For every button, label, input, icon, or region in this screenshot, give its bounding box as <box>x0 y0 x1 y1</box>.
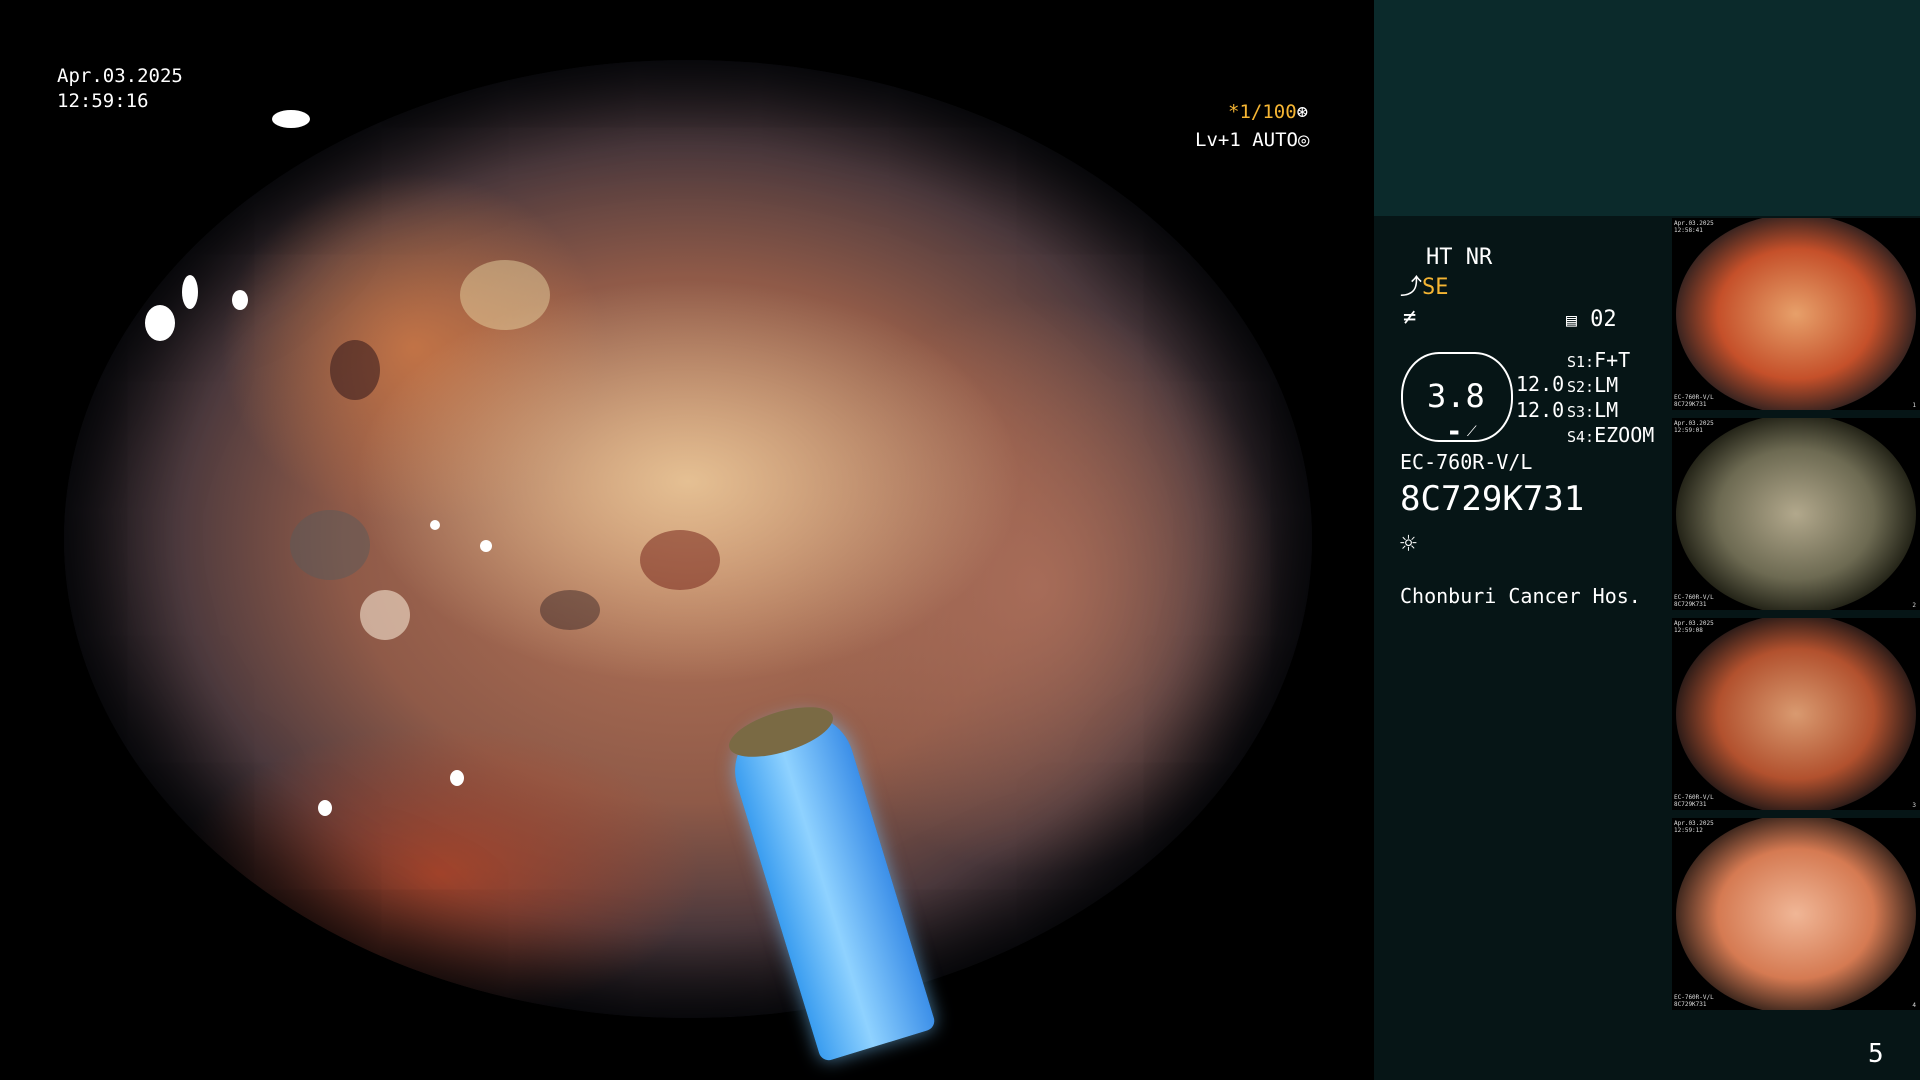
thumbnail-timestamp: Apr.03.2025 12:59:08 <box>1674 620 1714 634</box>
thumbnail-scope-info: EC-760R-V/L 8C729K731 <box>1674 594 1714 608</box>
endoscope-view: Apr.03.2025 12:59:16 *1/100⊛ Lv+1 AUTO◎ <box>0 0 1372 1080</box>
s-key: S1: <box>1567 353 1595 371</box>
scope-model: EC-760R-V/L <box>1400 450 1533 474</box>
mucosa-spot <box>640 530 720 590</box>
reflection <box>272 110 310 128</box>
reflection <box>450 770 464 786</box>
mucosa-spot <box>290 510 370 580</box>
s-key: S2: <box>1567 378 1595 396</box>
s-value: F+T <box>1594 348 1631 372</box>
light-icon: ☼ <box>1400 527 1417 560</box>
s-setting-row: S4:EZOOM <box>1567 421 1654 451</box>
shutter-indicator: *1/100⊛ <box>1228 100 1308 124</box>
hospital-name: Chonburi Cancer Hos. <box>1400 584 1641 608</box>
thumbnail-timestamp: Apr.03.2025 12:59:12 <box>1674 820 1714 834</box>
shutter-icon: ⊛ <box>1296 101 1309 123</box>
scope-serial: 8C729K731 <box>1400 479 1585 519</box>
scale-marker-icon: ▬ ⟋ <box>1450 424 1477 440</box>
thumbnail-4[interactable]: Apr.03.2025 12:59:12 EC-760R-V/L 8C729K73… <box>1672 818 1920 1010</box>
ht-nr-label: HT NR <box>1426 245 1493 270</box>
s-key: S4: <box>1567 428 1595 446</box>
reflection <box>145 305 175 341</box>
thumbnail-1[interactable]: Apr.03.2025 12:58:41 EC-760R-V/L 8C729K73… <box>1672 218 1920 410</box>
panel-header-area <box>1374 0 1920 216</box>
se-mode-icon: ⤴ <box>1400 275 1423 300</box>
thumbnail-index: 3 <box>1912 802 1916 809</box>
thumbnail-timestamp: Apr.03.2025 12:58:41 <box>1674 220 1714 234</box>
reflection <box>318 800 332 816</box>
page-number: 5 <box>1868 1039 1884 1069</box>
scale-b: 12.0 <box>1516 398 1565 422</box>
thumbnail-image <box>1676 218 1916 410</box>
reflection <box>182 275 198 309</box>
reflection <box>480 540 492 552</box>
thumbnail-image <box>1676 618 1916 810</box>
time-label: 12:59:16 <box>57 90 149 112</box>
reflection <box>430 520 440 530</box>
se-label: SE <box>1422 275 1449 300</box>
date-label: Apr.03.2025 <box>57 65 183 87</box>
s-value: LM <box>1594 398 1619 422</box>
thumbnail-scope-info: EC-760R-V/L 8C729K731 <box>1674 794 1714 808</box>
frame-counter: ▤ 02 <box>1566 306 1617 335</box>
mucosa-spot <box>330 340 380 400</box>
level-label: Lv+1 AUTO <box>1195 129 1298 151</box>
thumbnail-image <box>1676 418 1916 610</box>
scale-value: 3.8 <box>1427 377 1485 415</box>
mucosa-spot <box>360 590 410 640</box>
thumbnail-index: 2 <box>1912 602 1916 609</box>
mucosa-spot <box>460 260 550 330</box>
frame-number: 02 <box>1590 307 1617 332</box>
mucosa-spot <box>540 590 600 630</box>
thumbnail-3[interactable]: Apr.03.2025 12:59:08 EC-760R-V/L 8C729K73… <box>1672 618 1920 810</box>
reflection <box>232 290 248 310</box>
thumbnail-scope-info: EC-760R-V/L 8C729K731 <box>1674 994 1714 1008</box>
level-indicator: Lv+1 AUTO◎ <box>1195 128 1309 152</box>
thumbnail-scope-info: EC-760R-V/L 8C729K731 <box>1674 394 1714 408</box>
thumbnail-2[interactable]: Apr.03.2025 12:59:01 EC-760R-V/L 8C729K73… <box>1672 418 1920 610</box>
s-key: S3: <box>1567 403 1595 421</box>
thumbnail-index: 1 <box>1912 402 1916 409</box>
shutter-label: *1/100 <box>1228 101 1297 123</box>
auto-icon: ◎ <box>1297 129 1310 151</box>
thumbnail-image <box>1676 818 1916 1010</box>
s-value: EZOOM <box>1594 423 1655 447</box>
s-value: LM <box>1594 373 1619 397</box>
scale-a: 12.0 <box>1516 372 1565 396</box>
se-indicator: ⤴SE <box>1400 274 1449 302</box>
enhancement-icon: ≠ <box>1403 305 1417 330</box>
thumbnail-index: 4 <box>1912 1002 1916 1009</box>
thumbnail-timestamp: Apr.03.2025 12:59:01 <box>1674 420 1714 434</box>
frame-icon: ▤ <box>1566 310 1577 331</box>
